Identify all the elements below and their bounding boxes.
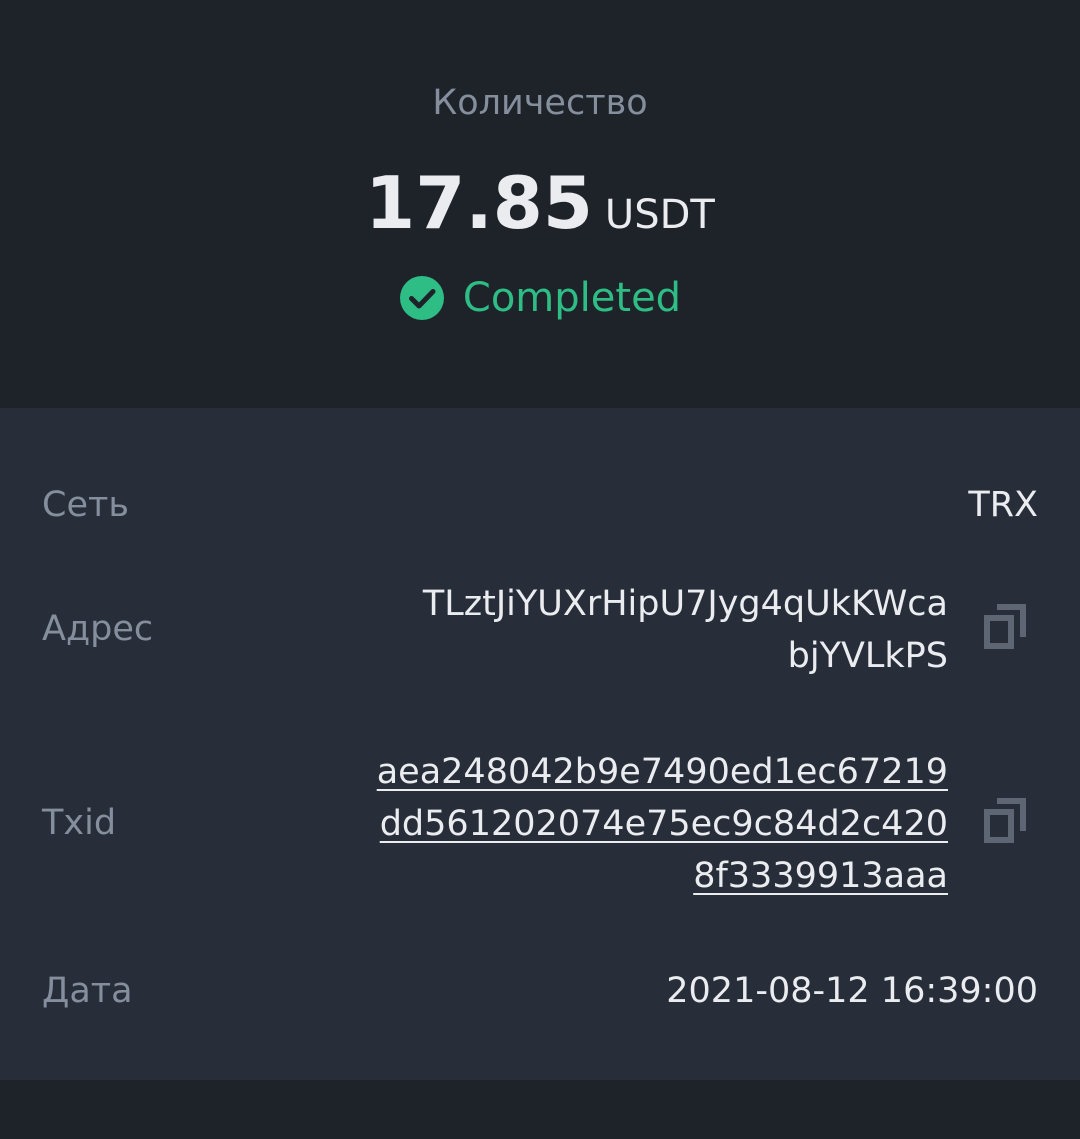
date-value: 2021-08-12 16:39:00 (666, 971, 1038, 1011)
currency-label: USDT (604, 192, 715, 238)
copy-icon[interactable] (984, 604, 1026, 650)
details-panel: Сеть TRX Адрес TLztJiYUXrHipU7Jyg4qUkKWc… (0, 408, 1080, 1080)
bottom-area (0, 1080, 1080, 1139)
txid-line: aea248042b9e7490ed1ec67219 (376, 752, 948, 792)
amount-value: 17.85 (365, 161, 593, 245)
check-circle-icon (399, 275, 445, 321)
txid-line: dd561202074e75ec9c84d2c420 (379, 804, 948, 844)
status-text: Completed (462, 275, 682, 321)
address-label: Адрес (42, 609, 154, 649)
network-label: Сеть (42, 485, 129, 525)
address-line: TLztJiYUXrHipU7Jyg4qUkKWca (422, 584, 948, 624)
copy-icon[interactable] (984, 798, 1026, 844)
status-row: Completed (0, 270, 1080, 326)
amount-row: 17.85 USDT (0, 160, 1080, 258)
txid-link[interactable]: aea248042b9e7490ed1ec67219 dd561202074e7… (377, 746, 948, 902)
transaction-summary: Количество 17.85 USDT Completed (0, 0, 1080, 408)
txid-label: Txid (42, 803, 117, 843)
quantity-label: Количество (432, 83, 648, 123)
txid-line: 8f3339913aaa (693, 856, 948, 896)
network-value: TRX (968, 485, 1038, 525)
address-line: bjYVLkPS (787, 636, 948, 676)
address-value[interactable]: TLztJiYUXrHipU7Jyg4qUkKWca bjYVLkPS (423, 578, 948, 682)
date-label: Дата (42, 971, 133, 1011)
